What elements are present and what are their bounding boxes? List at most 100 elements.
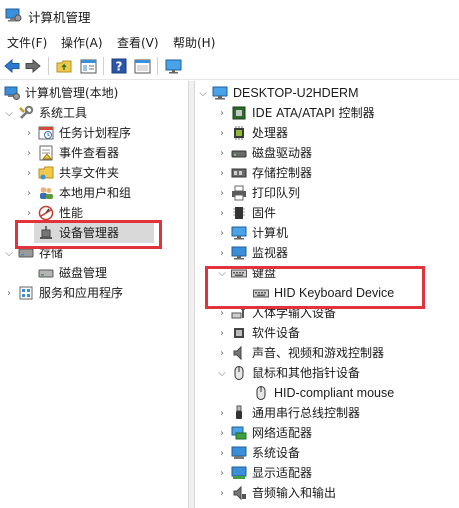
- chevron-right-icon[interactable]: ›: [217, 163, 227, 183]
- computer-management-icon: [5, 8, 22, 22]
- chevron-down-icon[interactable]: ⌵: [4, 103, 14, 123]
- tree-item-storage-controllers[interactable]: › 存储控制器: [217, 163, 312, 183]
- tree-item-storage[interactable]: ⌵ 存储: [4, 243, 63, 263]
- chevron-right-icon[interactable]: ›: [217, 483, 227, 503]
- system-device-icon: [231, 446, 247, 459]
- tree-item-disk-drives[interactable]: › 磁盘驱动器: [217, 143, 312, 163]
- tree-item-task-scheduler[interactable]: › 任务计划程序: [24, 123, 131, 143]
- menu-bar: 文件(F) 操作(A) 查看(V) 帮助(H): [0, 30, 459, 52]
- computer-icon: [212, 86, 228, 100]
- chevron-right-icon[interactable]: ›: [24, 203, 34, 223]
- monitor-icon[interactable]: [164, 57, 182, 75]
- console-tree: 计算机管理(本地) ⌵ 系统工具 › 任务计划程序 › 事件查看器 › 共享文件…: [0, 81, 188, 508]
- tree-item-firmware[interactable]: › 固件: [217, 203, 276, 223]
- tree-item-device-manager[interactable]: 设备管理器: [34, 223, 154, 243]
- tree-item-audio-io[interactable]: › 音频输入和输出: [217, 483, 336, 503]
- chevron-down-icon[interactable]: ⌵: [4, 243, 14, 263]
- software-device-icon: [234, 328, 244, 338]
- chevron-down-icon[interactable]: ⌵: [198, 83, 208, 103]
- chevron-right-icon[interactable]: ›: [24, 143, 34, 163]
- menu-file[interactable]: 文件(F): [7, 34, 47, 51]
- chevron-right-icon[interactable]: ›: [217, 243, 227, 263]
- services-icon: [19, 286, 33, 300]
- chevron-right-icon[interactable]: ›: [217, 403, 227, 423]
- computer-icon: [231, 226, 247, 240]
- tree-item-services-applications[interactable]: › 服务和应用程序: [4, 283, 123, 303]
- system-tools-icon: [19, 105, 34, 119]
- chevron-right-icon[interactable]: ›: [217, 323, 227, 343]
- toolbar-separator: [157, 57, 158, 75]
- help-icon[interactable]: ?: [110, 57, 128, 75]
- processor-icon: [234, 126, 244, 140]
- tree-item-performance[interactable]: › 性能: [24, 203, 83, 223]
- chevron-right-icon[interactable]: ›: [24, 123, 34, 143]
- chevron-right-icon[interactable]: ›: [217, 223, 227, 243]
- chevron-right-icon[interactable]: ›: [217, 203, 227, 223]
- shared-folder-icon: [38, 166, 54, 180]
- tree-item-local-users-groups[interactable]: › 本地用户和组: [24, 183, 131, 203]
- tree-item-keyboards[interactable]: ⌵ 键盘: [217, 263, 276, 283]
- menu-help[interactable]: 帮助(H): [173, 34, 215, 51]
- svg-text:?: ?: [116, 60, 123, 74]
- menu-action[interactable]: 操作(A): [61, 34, 103, 51]
- storage-controller-icon: [231, 168, 247, 178]
- chevron-right-icon[interactable]: ›: [217, 303, 227, 323]
- tree-item-system-tools[interactable]: ⌵ 系统工具: [4, 103, 87, 123]
- tree-item-mice[interactable]: ⌵ 鼠标和其他指针设备: [217, 363, 360, 383]
- device-tree: ⌵ DESKTOP-U2HDERM › IDE ATA/ATAPI 控制器 › …: [195, 81, 459, 508]
- chevron-right-icon[interactable]: ›: [24, 163, 34, 183]
- computer-management-icon: [4, 86, 20, 100]
- tree-item-sound-video-game[interactable]: › 声音、视频和游戏控制器: [217, 343, 384, 363]
- tree-item-hid[interactable]: › 人体学输入设备: [217, 303, 336, 323]
- chevron-right-icon[interactable]: ›: [217, 443, 227, 463]
- tree-item-processor[interactable]: › 处理器: [217, 123, 288, 143]
- chevron-down-icon[interactable]: ⌵: [217, 263, 227, 283]
- tree-item-network-adapters[interactable]: › 网络适配器: [217, 423, 312, 443]
- properties-icon[interactable]: [133, 57, 151, 75]
- tree-item-usb-controllers[interactable]: › 通用串行总线控制器: [217, 403, 360, 423]
- chevron-down-icon[interactable]: ⌵: [217, 363, 227, 383]
- keyboard-icon: [231, 269, 247, 278]
- tree-item-disk-management[interactable]: 磁盘管理: [34, 263, 107, 283]
- forward-icon[interactable]: [24, 57, 42, 75]
- keyboard-icon: [253, 289, 269, 298]
- ide-controller-icon: [232, 106, 246, 120]
- disk-drive-icon: [231, 150, 247, 158]
- tree-item-display-adapters[interactable]: › 显示适配器: [217, 463, 312, 483]
- device-hid-mouse[interactable]: HID-compliant mouse: [249, 383, 394, 403]
- firmware-icon: [233, 207, 245, 219]
- chevron-right-icon[interactable]: ›: [217, 343, 227, 363]
- device-hid-keyboard[interactable]: HID Keyboard Device: [249, 283, 394, 303]
- mouse-icon: [256, 386, 266, 400]
- chevron-right-icon[interactable]: ›: [217, 423, 227, 443]
- users-icon: [40, 187, 53, 199]
- show-hide-console-tree-icon[interactable]: [79, 57, 97, 75]
- window-title: 计算机管理: [28, 10, 91, 25]
- tree-item-computer[interactable]: › 计算机: [217, 223, 288, 243]
- toolbar: ?: [0, 52, 459, 80]
- toolbar-separator: [48, 57, 49, 75]
- chevron-right-icon[interactable]: ›: [4, 283, 14, 303]
- pane-splitter[interactable]: [188, 81, 195, 508]
- tree-item-event-viewer[interactable]: › 事件查看器: [24, 143, 119, 163]
- tree-item-computer-management-local[interactable]: 计算机管理(本地): [2, 83, 118, 103]
- tree-item-print-queues[interactable]: › 打印队列: [217, 183, 300, 203]
- tree-item-software-devices[interactable]: › 软件设备: [217, 323, 300, 343]
- chevron-right-icon[interactable]: ›: [24, 183, 34, 203]
- title-bar: 计算机管理: [0, 0, 459, 30]
- tree-item-ide-controller[interactable]: › IDE ATA/ATAPI 控制器: [217, 103, 375, 123]
- chevron-right-icon[interactable]: ›: [217, 103, 227, 123]
- chevron-right-icon[interactable]: ›: [217, 143, 227, 163]
- back-icon[interactable]: [3, 57, 21, 75]
- up-folder-icon[interactable]: [55, 57, 73, 75]
- tree-item-system-devices[interactable]: › 系统设备: [217, 443, 300, 463]
- tree-item-computer-root[interactable]: ⌵ DESKTOP-U2HDERM: [198, 83, 358, 103]
- chevron-right-icon[interactable]: ›: [217, 183, 227, 203]
- menu-view[interactable]: 查看(V): [117, 34, 159, 51]
- tree-item-monitors[interactable]: › 监视器: [217, 243, 288, 263]
- tree-item-shared-folders[interactable]: › 共享文件夹: [24, 163, 119, 183]
- chevron-right-icon[interactable]: ›: [217, 123, 227, 143]
- performance-icon: [38, 205, 54, 221]
- audio-icon: [233, 485, 246, 501]
- chevron-right-icon[interactable]: ›: [217, 463, 227, 483]
